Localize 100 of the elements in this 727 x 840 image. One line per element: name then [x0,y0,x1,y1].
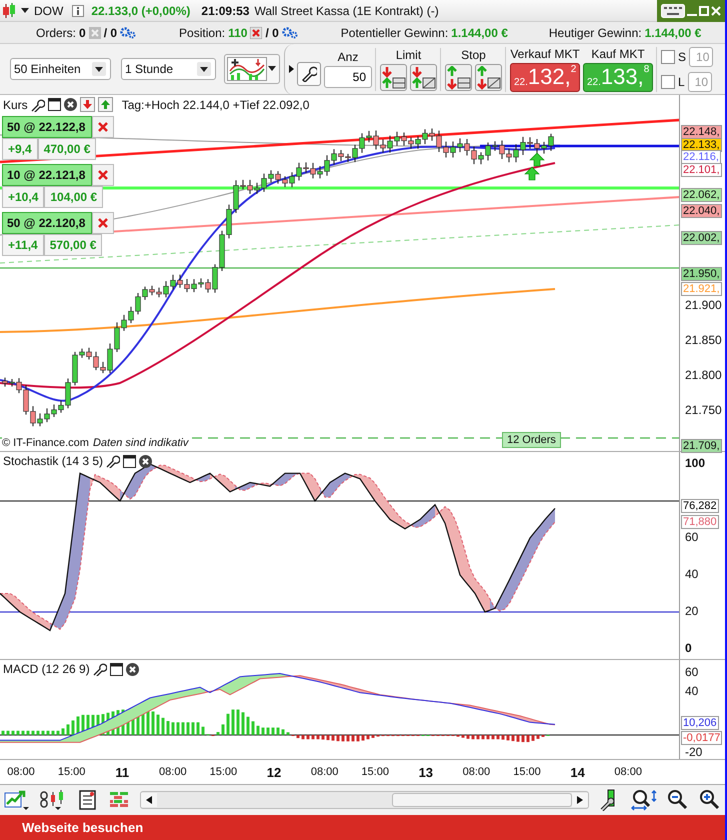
copyright-text: © IT-Finance.com [2,437,89,449]
close-position-button[interactable] [92,116,114,138]
price-tag: 21.709, [681,439,722,453]
buy-arrow-button[interactable] [98,97,113,112]
close-icon [98,170,108,180]
time-axis-label: 15:00 [56,766,86,778]
potential-profit-label: Potentieller Gewinn: [340,26,448,40]
close-icon[interactable] [126,662,139,676]
axis-label: 100 [685,457,706,470]
potential-profit-value: 1.144,00 € [451,26,508,40]
gears-icon[interactable] [120,26,136,38]
window-icon[interactable] [110,662,123,676]
vertical-zoom-icon[interactable] [631,789,657,811]
close-icon[interactable] [711,6,721,16]
price-tag: 21.950, [681,267,722,281]
panel-title: MACD (12 26 9) [3,662,90,676]
caret-icon[interactable] [21,8,29,13]
today-profit-value: 1.144,00 € [644,26,702,40]
close-position-button[interactable] [92,164,114,186]
price-tag: 22.116, [681,150,721,164]
caret-icon[interactable] [197,62,211,76]
close-position-button[interactable] [92,212,114,234]
gears-icon[interactable] [282,26,298,38]
close-position-icon[interactable] [250,26,262,38]
instrument-name: Wall Street Kassa (1E Kontrakt) (-) [254,4,439,18]
stop-checkbox[interactable] [661,50,675,64]
limit-sell-button[interactable] [380,64,407,90]
price-tag: 21.921, [681,282,722,296]
settings-icon[interactable] [106,454,120,468]
limit-label: Limit [396,48,422,62]
buy-market-label: Kauf MKT [591,46,645,60]
visit-website-link[interactable]: Webseite besuchen [22,820,144,835]
time-axis-label: 13 [418,765,434,780]
expand-arrow-icon[interactable] [289,65,294,73]
chart-type-icon[interactable] [4,789,30,811]
value-tag: 76,282 [681,499,719,513]
axis-label: 21.850 [685,334,722,347]
time-axis-label: 08:00 [613,766,643,778]
time-axis-label: 08:00 [158,766,188,778]
time-axis-label: 08:00 [310,766,340,778]
limit-buy-button[interactable] [410,64,437,90]
axis-label: 60 [685,531,698,544]
close-icon[interactable] [64,98,77,111]
panel-title: Stochastik (14 3 5) [3,454,104,468]
horizontal-scrollbar[interactable] [140,791,589,809]
units-dropdown[interactable]: 50 Einheiten [10,58,111,80]
time-axis-label: 08:00 [6,766,36,778]
maximize-icon[interactable] [699,6,709,16]
orders-tag[interactable]: 12 Orders [502,432,561,448]
axis-label: 21.750 [685,404,722,417]
window-icon[interactable] [123,454,136,468]
position-count: 110 [228,26,248,40]
position-order: 50 @ 22.122,8 [2,116,92,138]
settings-icon[interactable] [92,662,107,676]
time-axis-label: 14 [569,765,586,780]
settings-icon[interactable] [30,98,45,112]
orders-pending-count: / 0 [104,26,118,40]
position-pending-count: / 0 [265,26,279,40]
close-icon[interactable] [139,454,152,468]
axis-label: 60 [685,666,698,679]
axis-label: 21.800 [685,369,722,382]
position-profit: 104,00 € [44,186,104,208]
keyboard-icon[interactable] [661,4,685,18]
value-tag: 71,880 [681,515,719,529]
orders-count: 0 [79,26,86,40]
time-axis-label: 15:00 [512,766,542,778]
price-tag: 22.002, [681,231,722,245]
limit-distance-field[interactable]: 10 [688,72,712,92]
stop-sell-button[interactable] [445,64,472,90]
stop-checkbox-label: S [678,50,686,64]
caret-icon[interactable] [92,62,106,76]
quantity-field[interactable]: 50 [324,66,372,88]
scroll-right-icon[interactable] [577,796,583,804]
price-tag: 22.101, [681,163,722,177]
limit-checkbox[interactable] [661,74,675,88]
settings-button[interactable] [297,62,321,86]
window-icon[interactable] [48,98,61,111]
info-icon[interactable] [72,4,84,16]
stop-distance-field[interactable]: 10 [689,46,714,66]
position-profit: 470,00 € [38,138,96,160]
close-icon [98,122,108,132]
zoom-in-icon[interactable] [699,789,721,811]
time-axis-label: 11 [114,765,130,780]
time-axis-label: 15:00 [360,766,390,778]
caret-icon[interactable] [267,66,277,72]
scroll-left-icon[interactable] [146,796,152,804]
position-label: Position: [179,26,226,40]
position-profit: 570,00 € [44,234,102,256]
clock-time: 21:09:53 [201,4,250,18]
indicator-button[interactable] [224,54,280,84]
scrollbar-thumb[interactable] [392,793,572,807]
zoom-out-icon[interactable] [667,789,689,811]
sell-arrow-button[interactable] [80,97,95,112]
time-axis-label: 08:00 [462,766,492,778]
interval-dropdown[interactable]: 1 Stunde [121,58,216,80]
list-icon[interactable] [78,789,98,811]
time-axis-label: 12 [266,765,282,780]
stop-buy-button[interactable] [475,64,502,90]
close-icon [98,218,108,228]
sell-market-label: Verkauf MKT [510,46,580,60]
